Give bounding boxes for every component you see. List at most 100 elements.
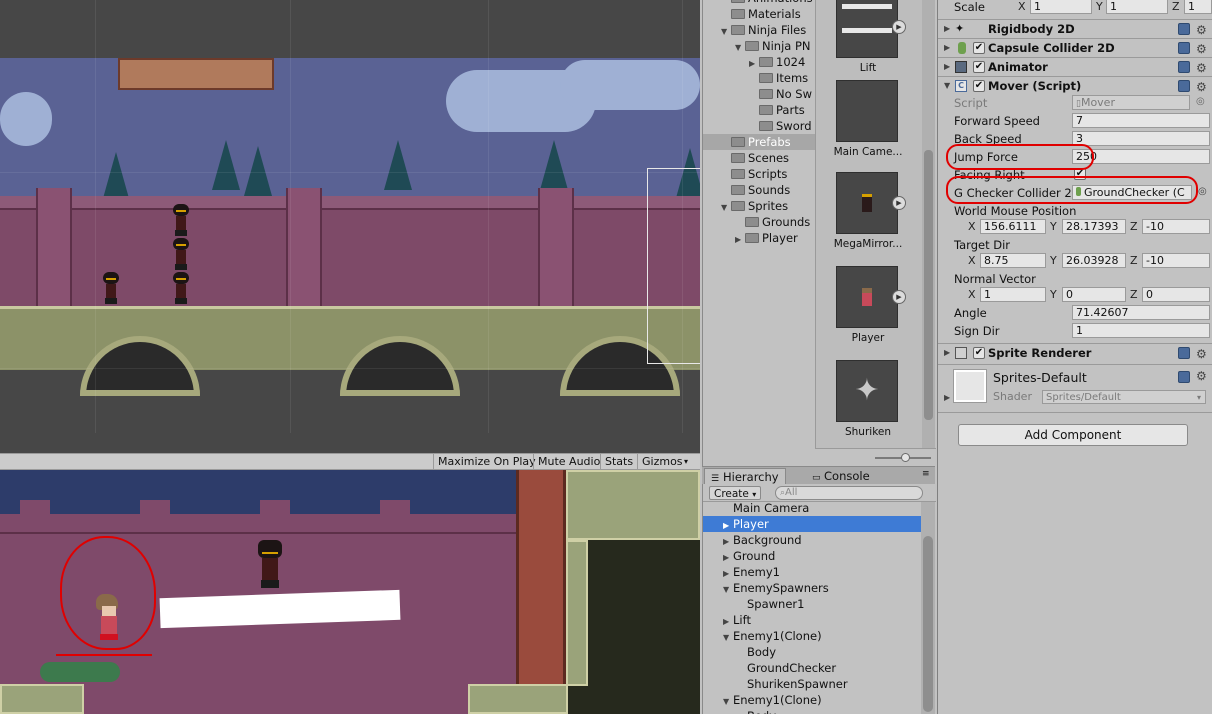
project-folder-item[interactable]: Sounds: [703, 182, 815, 198]
world-mouse-y-field[interactable]: 28.17393: [1062, 219, 1126, 234]
hierarchy-item[interactable]: ▼ EnemySpawners: [703, 580, 921, 596]
rigidbody-2d-header[interactable]: ▶ ✦ Rigidbody 2D ⚙: [938, 19, 1212, 38]
scene-ninja-sprite[interactable]: [102, 272, 120, 304]
stats-button[interactable]: Stats: [600, 454, 637, 470]
world-mouse-z-field[interactable]: -10: [1142, 219, 1210, 234]
hierarchy-item[interactable]: ShurikenSpawner: [703, 676, 921, 692]
prefab-expand-icon[interactable]: ▶: [892, 290, 906, 304]
gear-icon[interactable]: ⚙: [1196, 369, 1207, 383]
expand-arrow-icon[interactable]: ▶: [944, 393, 950, 402]
expand-arrow-icon[interactable]: ▶: [944, 20, 950, 38]
prefab-expand-icon[interactable]: ▶: [892, 20, 906, 34]
scene-ninja-sprite[interactable]: [172, 238, 190, 270]
maximize-on-play-button[interactable]: Maximize On Play: [433, 454, 540, 470]
project-folder-item[interactable]: Scenes: [703, 150, 815, 166]
project-scrollbar[interactable]: [922, 0, 935, 448]
hierarchy-item[interactable]: ▼ Enemy1(Clone): [703, 628, 921, 644]
scene-ninja-sprite[interactable]: [172, 204, 190, 236]
project-folder-item[interactable]: Sword: [703, 118, 815, 134]
collapse-arrow-icon[interactable]: ▼: [735, 40, 745, 54]
hierarchy-item[interactable]: ▶ Background: [703, 532, 921, 548]
mover-enabled-checkbox[interactable]: ✔: [973, 80, 985, 92]
sprite-renderer-header[interactable]: ▶ ✔ Sprite Renderer ⚙: [938, 343, 1212, 362]
world-mouse-x-field[interactable]: 156.6111: [980, 219, 1046, 234]
game-view[interactable]: [0, 470, 700, 714]
gear-icon[interactable]: ⚙: [1196, 59, 1207, 77]
hierarchy-item[interactable]: ▶ Enemy1: [703, 564, 921, 580]
animator-header[interactable]: ▶ ✔ Animator ⚙: [938, 57, 1212, 76]
normal-vector-y-field[interactable]: 0: [1062, 287, 1126, 302]
project-folder-item[interactable]: Prefabs: [703, 134, 815, 150]
collapse-arrow-icon[interactable]: ▼: [721, 24, 731, 38]
gear-icon[interactable]: ⚙: [1196, 40, 1207, 58]
sprite-renderer-enabled-checkbox[interactable]: ✔: [973, 347, 985, 359]
capsule-collider-2d-header[interactable]: ▶ ✔ Capsule Collider 2D ⚙: [938, 38, 1212, 57]
normal-vector-z-field[interactable]: 0: [1142, 287, 1210, 302]
hierarchy-item[interactable]: Body: [703, 644, 921, 660]
zoom-slider-handle[interactable]: [901, 453, 910, 462]
project-folder-item[interactable]: No Sw: [703, 86, 815, 102]
expand-arrow-icon[interactable]: ▶: [749, 56, 759, 70]
hierarchy-item[interactable]: ▶ Player: [703, 516, 921, 532]
scale-z-field[interactable]: 1: [1184, 0, 1212, 14]
gear-icon[interactable]: ⚙: [1196, 345, 1207, 363]
project-scroll-thumb[interactable]: [924, 150, 933, 420]
collapse-arrow-icon[interactable]: ▼: [944, 77, 950, 95]
animator-enabled-checkbox[interactable]: ✔: [973, 61, 985, 73]
hierarchy-item[interactable]: ▶ Lift: [703, 612, 921, 628]
expand-arrow-icon[interactable]: ▶: [944, 344, 950, 362]
target-dir-z-field[interactable]: -10: [1142, 253, 1210, 268]
expand-arrow-icon[interactable]: ▶: [735, 232, 745, 246]
mover-script-header[interactable]: ▼ C ✔ Mover (Script) ⚙: [938, 76, 1212, 95]
capsule-collider-enabled-checkbox[interactable]: ✔: [973, 42, 985, 54]
gizmos-button[interactable]: Gizmos: [637, 454, 687, 470]
hierarchy-item[interactable]: Body: [703, 708, 921, 714]
project-folder-item[interactable]: ▼ Sprites: [703, 198, 815, 214]
hierarchy-item[interactable]: ▶ Ground: [703, 548, 921, 564]
panel-menu-icon[interactable]: ≡: [922, 469, 930, 479]
scene-view[interactable]: [0, 0, 700, 433]
help-icon[interactable]: [1178, 80, 1190, 92]
project-folder-item[interactable]: Grounds: [703, 214, 815, 230]
material-thumbnail[interactable]: [953, 369, 987, 403]
tab-hierarchy[interactable]: ☰ Hierarchy: [704, 468, 786, 485]
scale-x-field[interactable]: 1: [1030, 0, 1092, 14]
normal-vector-x-field[interactable]: 1: [980, 287, 1046, 302]
project-folder-item[interactable]: ▶ Player: [703, 230, 815, 246]
object-picker-icon[interactable]: ◎: [1196, 96, 1205, 107]
expand-arrow-icon[interactable]: ▶: [944, 39, 950, 57]
target-dir-x-field[interactable]: 8.75: [980, 253, 1046, 268]
scene-ninja-sprite[interactable]: [172, 272, 190, 304]
collapse-arrow-icon[interactable]: ▼: [721, 200, 731, 214]
project-folder-item[interactable]: ▼ Ninja Files: [703, 22, 815, 38]
project-folder-item[interactable]: Items: [703, 70, 815, 86]
prefab-expand-icon[interactable]: ▶: [892, 196, 906, 210]
forward-speed-field[interactable]: 7: [1072, 113, 1210, 128]
target-dir-y-field[interactable]: 26.03928: [1062, 253, 1126, 268]
expand-arrow-icon[interactable]: ▶: [944, 58, 950, 76]
object-picker-icon[interactable]: ◎: [1198, 186, 1207, 197]
mute-audio-button[interactable]: Mute Audio: [533, 454, 604, 470]
hierarchy-item[interactable]: Main Camera: [703, 500, 921, 516]
project-folder-item[interactable]: ▶ 1024: [703, 54, 815, 70]
hierarchy-search-input[interactable]: ⌕All: [775, 486, 923, 500]
scale-y-field[interactable]: 1: [1106, 0, 1168, 14]
gizmos-dropdown-icon[interactable]: ▾: [684, 454, 688, 470]
help-icon[interactable]: [1178, 371, 1190, 383]
hierarchy-scroll-thumb[interactable]: [923, 536, 933, 712]
project-folder-item[interactable]: Scripts: [703, 166, 815, 182]
tab-console[interactable]: ▭ Console: [806, 468, 876, 485]
angle-field[interactable]: 71.42607: [1072, 305, 1210, 320]
help-icon[interactable]: [1178, 23, 1190, 35]
help-icon[interactable]: [1178, 61, 1190, 73]
hierarchy-scrollbar[interactable]: [921, 502, 935, 714]
create-button[interactable]: Create ▾: [709, 486, 762, 500]
sign-dir-field[interactable]: 1: [1072, 323, 1210, 338]
hierarchy-item[interactable]: Spawner1: [703, 596, 921, 612]
hierarchy-item[interactable]: GroundChecker: [703, 660, 921, 676]
add-component-button[interactable]: Add Component: [958, 424, 1188, 446]
project-folder-item[interactable]: ▼ Ninja PN: [703, 38, 815, 54]
project-folder-item[interactable]: Parts: [703, 102, 815, 118]
help-icon[interactable]: [1178, 347, 1190, 359]
help-icon[interactable]: [1178, 42, 1190, 54]
